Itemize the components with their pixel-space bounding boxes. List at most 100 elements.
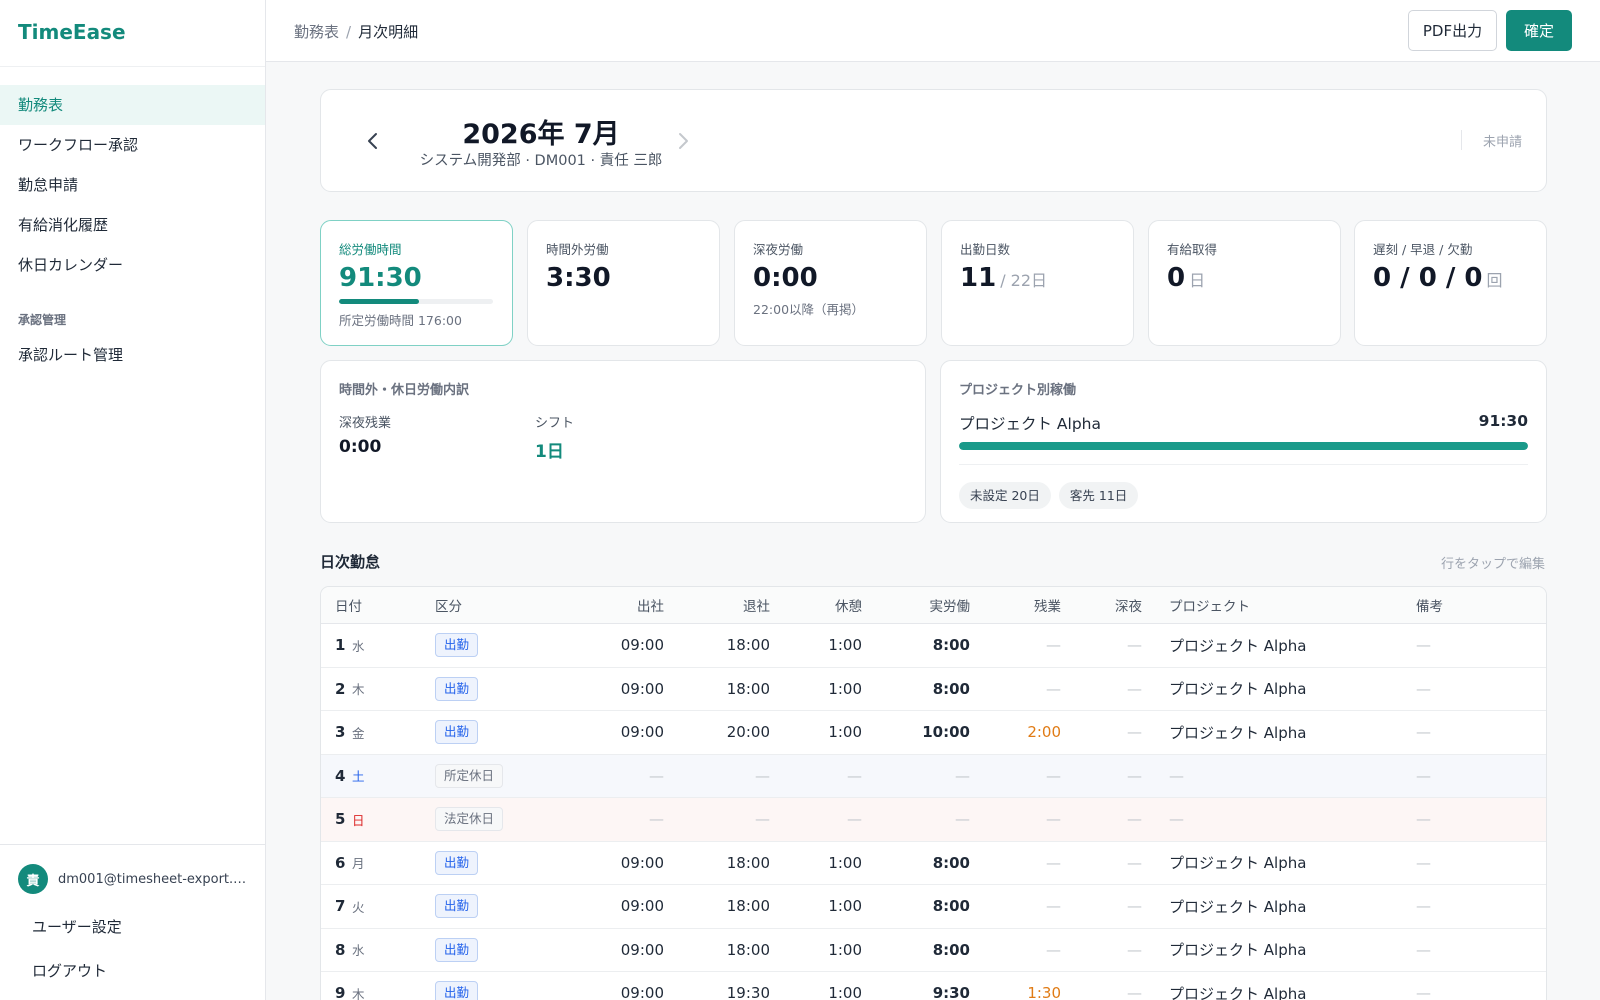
column-header-night: 深夜 xyxy=(1115,599,1142,615)
table-row[interactable]: 8水 出勤 09:00 18:00 1:00 8:00 — — プロジェクト A… xyxy=(321,929,1546,972)
sidebar-item-timesheet[interactable]: 勤務表 xyxy=(0,85,265,125)
breakdown-item-shift: シフト 1日 xyxy=(535,412,731,462)
cell-break: 1:00 xyxy=(828,940,862,959)
column-header-actual: 実労働 xyxy=(929,599,971,615)
confirm-button[interactable]: 確定 xyxy=(1506,10,1572,51)
stat-label: 時間外労働 xyxy=(546,242,609,257)
project-hours: 91:30 xyxy=(1478,412,1528,430)
cell-project: プロジェクト Alpha xyxy=(1169,680,1307,699)
table-row[interactable]: 3金 出勤 09:00 20:00 1:00 10:00 2:00 — プロジェ… xyxy=(321,711,1546,755)
sidebar-item-attendance-request[interactable]: 勤怠申請 xyxy=(0,165,265,205)
cell-note: — xyxy=(1416,636,1431,655)
cell-project: プロジェクト Alpha xyxy=(1169,854,1307,873)
sidebar-item-paid-leave-history[interactable]: 有給消化履歴 xyxy=(0,205,265,245)
sidebar-item-workflow-approval[interactable]: ワークフロー承認 xyxy=(0,125,265,165)
cell-night: — xyxy=(1127,810,1142,829)
cell-night: — xyxy=(1127,636,1142,655)
card-title: プロジェクト別稼働 xyxy=(959,383,1077,398)
project-hours-card: プロジェクト別稼働 プロジェクト Alpha 91:30 未設定 20日 客先 … xyxy=(940,360,1547,523)
status-divider xyxy=(1461,130,1462,150)
stat-total-hours: 総労働時間 91:30 所定労働時間 176:00 xyxy=(320,220,513,346)
cell-clock-in: — xyxy=(649,766,664,785)
cell-night: — xyxy=(1127,766,1142,785)
pdf-export-button[interactable]: PDF出力 xyxy=(1408,10,1497,51)
cell-break: 1:00 xyxy=(828,984,862,1000)
day-number: 1 xyxy=(335,636,346,655)
column-header-clock-out: 退社 xyxy=(743,599,770,615)
cell-type: 所定休日 xyxy=(435,755,504,798)
table-row[interactable]: 9木 出勤 09:00 19:30 1:00 9:30 1:30 — プロジェク… xyxy=(321,972,1546,1000)
next-month-button[interactable] xyxy=(673,126,693,156)
cell-overtime: 2:00 xyxy=(1027,723,1061,742)
stat-value: 0 xyxy=(1167,263,1186,293)
cell-note: — xyxy=(1416,679,1431,698)
column-header-note: 備考 xyxy=(1416,599,1443,615)
overtime-breakdown-card: 時間外・休日労働内訳 深夜残業 0:00 シフト 1日 xyxy=(320,360,926,523)
cell-overtime: — xyxy=(1046,853,1061,872)
logout-link[interactable]: ログアウト xyxy=(0,949,265,993)
breadcrumb: 勤務表 / 月次明細 xyxy=(294,21,418,42)
stat-value: 0 / 0 / 0 xyxy=(1373,263,1483,293)
breadcrumb-timesheet[interactable]: 勤務表 xyxy=(294,23,339,41)
sidebar: TimeEase 勤務表 ワークフロー承認 勤怠申請 有給消化履歴 休日カレンダ… xyxy=(0,0,266,1000)
cell-overtime: — xyxy=(1046,766,1061,785)
day-of-week: 金 xyxy=(352,725,365,741)
day-number: 5 xyxy=(335,810,346,829)
user-settings-link[interactable]: ユーザー設定 xyxy=(0,905,265,949)
cell-actual: 8:00 xyxy=(932,940,970,959)
table-row[interactable]: 7火 出勤 09:00 18:00 1:00 8:00 — — プロジェクト A… xyxy=(321,885,1546,929)
cell-date: 6月 xyxy=(335,842,365,885)
cell-break: 1:00 xyxy=(828,897,862,916)
cell-clock-in: 09:00 xyxy=(620,636,664,655)
breakdown-label: シフト xyxy=(535,416,575,431)
table-row[interactable]: 6月 出勤 09:00 18:00 1:00 8:00 — — プロジェクト A… xyxy=(321,842,1546,885)
cell-actual: 8:00 xyxy=(932,636,970,655)
cell-overtime: — xyxy=(1046,636,1061,655)
stat-unit: 日 xyxy=(1189,271,1206,290)
cell-clock-in: 09:00 xyxy=(620,897,664,916)
cell-note: — xyxy=(1416,853,1431,872)
cell-date: 3金 xyxy=(335,711,365,754)
breakdown-item-night-overtime: 深夜残業 0:00 xyxy=(339,412,535,462)
cell-clock-out: 19:30 xyxy=(726,984,770,1000)
topbar: 勤務表 / 月次明細 PDF出力 確定 xyxy=(266,0,1600,62)
holiday-type-badge: 法定休日 xyxy=(435,807,504,832)
project-name: プロジェクト Alpha xyxy=(959,415,1101,433)
cell-date: 1水 xyxy=(335,624,365,667)
daily-section-hint: 行をタップで編集 xyxy=(1441,557,1546,572)
stat-label: 有給取得 xyxy=(1167,242,1218,257)
table-row[interactable]: 1水 出勤 09:00 18:00 1:00 8:00 — — プロジェクト A… xyxy=(321,624,1546,668)
cell-type: 出勤 xyxy=(435,668,479,711)
cell-overtime: — xyxy=(1046,810,1061,829)
divider xyxy=(959,464,1528,465)
work-type-badge: 出勤 xyxy=(435,850,479,875)
project-bar xyxy=(959,442,1528,450)
cell-night: — xyxy=(1127,940,1142,959)
day-number: 8 xyxy=(335,940,346,959)
cell-type: 出勤 xyxy=(435,842,479,885)
cell-clock-out: 18:00 xyxy=(726,940,770,959)
cell-date: 4土 xyxy=(335,755,365,798)
table-row[interactable]: 5日 法定休日 — — — — — — — — xyxy=(321,798,1546,842)
cell-clock-out: 20:00 xyxy=(726,723,770,742)
stat-value-row: 0 / 0 / 0回 xyxy=(1373,263,1528,293)
day-of-week: 火 xyxy=(352,899,365,915)
sidebar-item-holiday-calendar[interactable]: 休日カレンダー xyxy=(0,245,265,285)
cell-type: 出勤 xyxy=(435,624,479,667)
sidebar-nav: 勤務表 ワークフロー承認 勤怠申請 有給消化履歴 休日カレンダー 承認管理 承認… xyxy=(0,67,265,375)
cell-type: 出勤 xyxy=(435,711,479,754)
table-row[interactable]: 4土 所定休日 — — — — — — — — xyxy=(321,754,1546,798)
app-logo[interactable]: TimeEase xyxy=(0,0,265,67)
breakdown-label: 深夜残業 xyxy=(339,416,392,431)
cell-type: 出勤 xyxy=(435,972,479,1000)
cell-clock-out: 18:00 xyxy=(726,853,770,872)
work-type-badge: 出勤 xyxy=(435,894,479,919)
table-row[interactable]: 2木 出勤 09:00 18:00 1:00 8:00 — — プロジェクト A… xyxy=(321,668,1546,711)
cell-clock-out: — xyxy=(755,766,770,785)
cell-project: — xyxy=(1169,810,1184,829)
sidebar-item-approval-route[interactable]: 承認ルート管理 xyxy=(0,335,265,375)
work-type-badge: 出勤 xyxy=(435,720,479,745)
day-number: 3 xyxy=(335,723,346,742)
project-bar-fill xyxy=(959,442,1528,450)
chip-client: 客先 11日 xyxy=(1058,482,1139,509)
